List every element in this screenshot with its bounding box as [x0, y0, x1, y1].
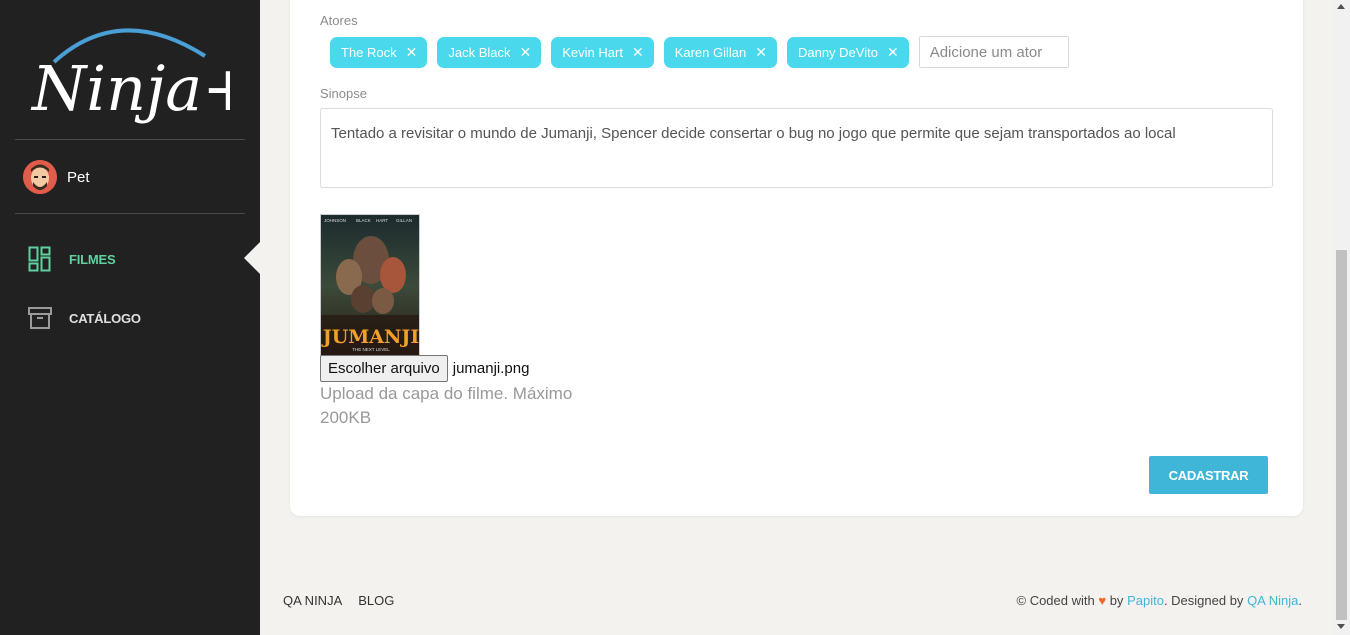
actor-tag: Danny DeVito ✕: [786, 36, 909, 68]
remove-tag-icon[interactable]: ✕: [887, 44, 899, 61]
remove-tag-icon[interactable]: ✕: [520, 44, 532, 61]
svg-text:GILLAN: GILLAN: [396, 218, 412, 223]
ninja-plus-logo[interactable]: Ninja+: [30, 12, 230, 130]
footer-links: QA NINJA BLOG: [283, 593, 410, 608]
actor-tag-label: Karen Gillan: [674, 44, 747, 60]
svg-text:HART: HART: [376, 218, 388, 223]
nav-label: FILMES: [69, 251, 116, 267]
movie-form-card: [290, 0, 1303, 516]
actor-tag: The Rock ✕: [330, 36, 428, 68]
actors-tag-list: The Rock ✕ Jack Black ✕ Kevin Hart ✕ Kar…: [330, 36, 1069, 68]
svg-text:Ninja+: Ninja+: [30, 52, 230, 125]
nav-label: CATÁLOGO: [69, 310, 141, 326]
svg-text:BLACK: BLACK: [356, 218, 371, 223]
author-link[interactable]: Papito: [1127, 593, 1164, 608]
scrollbar-thumb[interactable]: [1336, 250, 1347, 620]
remove-tag-icon[interactable]: ✕: [755, 44, 767, 61]
nav-item-filmes[interactable]: FILMES: [28, 246, 116, 272]
avatar: [23, 160, 57, 194]
movie-poster-preview: JOHNSON BLACK HART GILLAN JUMANJI THE NE…: [320, 214, 420, 356]
actor-tag: Kevin Hart ✕: [551, 36, 654, 68]
actor-input[interactable]: [918, 36, 1069, 68]
scroll-up-arrow-icon[interactable]: [1337, 4, 1345, 9]
sidebar-divider: [15, 139, 245, 140]
synopsis-textarea[interactable]: Tentado a revisitar o mundo de Jumanji, …: [320, 108, 1273, 188]
selected-file-name: jumanji.png: [452, 360, 530, 377]
credits-designed: . Designed by: [1163, 593, 1244, 608]
svg-text:THE NEXT LEVEL: THE NEXT LEVEL: [352, 347, 390, 352]
user-profile[interactable]: Pet: [23, 160, 90, 194]
sidebar-divider: [15, 213, 245, 214]
nav-item-catalogo[interactable]: CATÁLOGO: [28, 306, 141, 330]
actor-tag-label: The Rock: [341, 44, 397, 60]
actors-label: Atores: [320, 13, 358, 28]
remove-tag-icon[interactable]: ✕: [406, 44, 418, 61]
upload-help-text: Upload da capa do filme. Máximo 200KB: [320, 384, 573, 427]
designer-link[interactable]: QA Ninja: [1247, 593, 1298, 608]
remove-tag-icon[interactable]: ✕: [632, 44, 644, 61]
submit-button[interactable]: CADASTRAR: [1149, 456, 1268, 494]
active-nav-indicator: [244, 242, 260, 274]
user-name: Pet: [67, 168, 90, 186]
credits-suffix: .: [1298, 593, 1302, 608]
choose-file-button[interactable]: Escolher arquivo: [320, 355, 448, 382]
footer-link-blog[interactable]: BLOG: [358, 593, 394, 608]
heart-icon: ♥: [1098, 593, 1107, 608]
sidebar: Ninja+ Pet FILMES: [0, 0, 260, 635]
actor-tag: Karen Gillan ✕: [663, 36, 777, 68]
footer-link-qa-ninja[interactable]: QA NINJA: [283, 593, 342, 608]
actor-tag: Jack Black ✕: [437, 36, 542, 68]
actor-tag-label: Jack Black: [448, 44, 511, 60]
scroll-down-arrow-icon[interactable]: [1337, 624, 1345, 629]
synopsis-label: Sinopse: [320, 86, 367, 101]
footer-credits: © Coded with ♥ by Papito. Designed by QA…: [1017, 593, 1303, 608]
actor-tag-label: Kevin Hart: [562, 44, 623, 60]
archive-box-icon: [28, 307, 52, 329]
actor-tag-label: Danny DeVito: [797, 44, 878, 60]
credits-prefix: © Coded with: [1016, 593, 1095, 608]
file-upload-row: Escolher arquivo jumanji.png: [320, 355, 529, 382]
dashboard-icon: [28, 246, 51, 272]
svg-text:JOHNSON: JOHNSON: [324, 218, 346, 223]
svg-text:JUMANJI: JUMANJI: [321, 326, 419, 348]
credits-by: by: [1109, 593, 1124, 608]
